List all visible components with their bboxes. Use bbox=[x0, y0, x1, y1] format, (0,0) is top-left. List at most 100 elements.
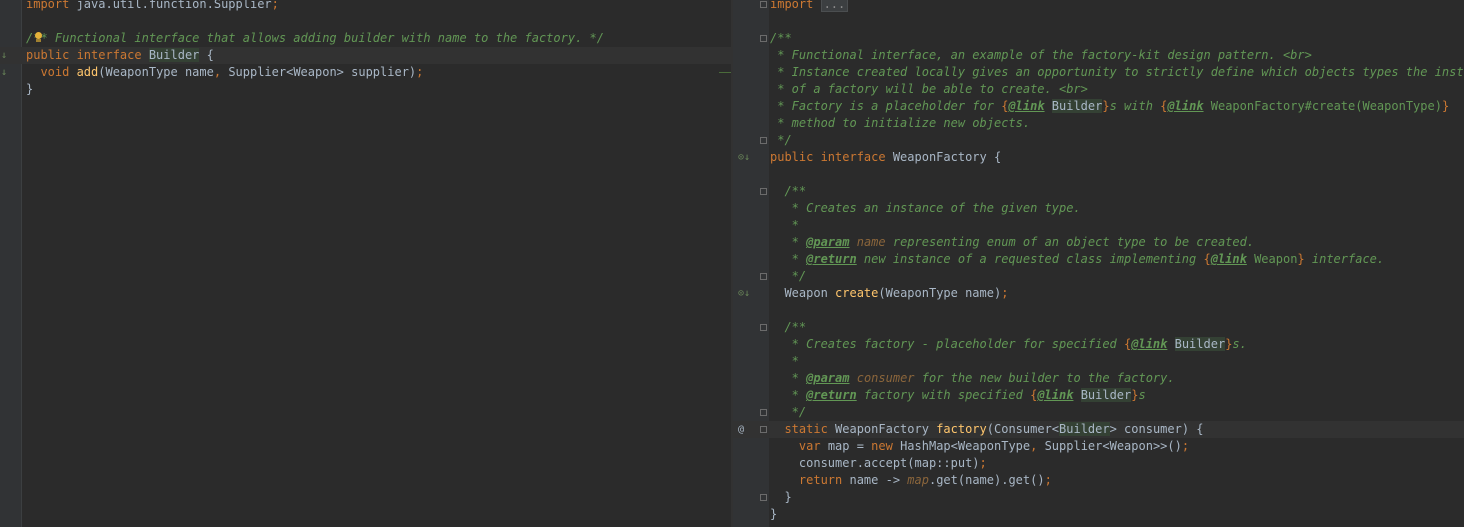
code-token: , bbox=[1030, 439, 1045, 453]
right-code-area[interactable]: import ... /** * Functional interface, an… bbox=[733, 0, 1464, 523]
code-text: import ... bbox=[770, 0, 849, 13]
code-token: /** bbox=[784, 184, 807, 198]
code-line[interactable]: /** bbox=[733, 30, 1464, 47]
code-line[interactable]: import java.util.function.Supplier; bbox=[0, 0, 731, 13]
code-text: } bbox=[770, 506, 777, 523]
code-text: /** bbox=[770, 30, 792, 47]
code-line[interactable]: public interface Builder {↓ bbox=[0, 47, 731, 64]
code-line[interactable] bbox=[733, 13, 1464, 30]
right-editor-pane[interactable]: import ... /** * Functional interface, an… bbox=[733, 0, 1464, 527]
code-line[interactable]: return name -> map.get(name).get(); bbox=[733, 472, 1464, 489]
implementation-gutter-icon[interactable]: ↓ bbox=[1, 64, 7, 81]
fold-toggle-icon[interactable] bbox=[760, 1, 767, 8]
code-line[interactable]: * @param consumer for the new builder to… bbox=[733, 370, 1464, 387]
code-line[interactable]: Weapon create(WeaponType name); ⊙↓ bbox=[733, 285, 1464, 302]
fold-toggle-icon[interactable] bbox=[760, 494, 767, 501]
implementation-gutter-icon[interactable]: ↓ bbox=[1, 47, 7, 64]
code-line[interactable]: * bbox=[733, 217, 1464, 234]
code-token: import bbox=[770, 0, 821, 11]
code-token: WeaponFactory#create(WeaponType) bbox=[1203, 99, 1442, 113]
code-text: */ bbox=[770, 132, 791, 149]
code-text: static WeaponFactory factory(Consumer<Bu… bbox=[770, 421, 1204, 438]
fold-toggle-icon[interactable] bbox=[760, 35, 767, 42]
code-token: name bbox=[856, 235, 886, 249]
code-text: * Factory is a placeholder for {@link Bu… bbox=[770, 98, 1449, 115]
code-line[interactable]: */ bbox=[733, 268, 1464, 285]
fold-toggle-icon[interactable] bbox=[760, 137, 767, 144]
code-line[interactable]: * Creates factory - placeholder for spec… bbox=[733, 336, 1464, 353]
code-token: ... bbox=[820, 0, 849, 12]
code-line[interactable]: import ... bbox=[733, 0, 1464, 13]
fold-toggle-icon[interactable] bbox=[760, 273, 767, 280]
code-line[interactable] bbox=[0, 13, 731, 30]
code-token: @link bbox=[1210, 252, 1247, 266]
code-line[interactable]: consumer.accept(map::put); bbox=[733, 455, 1464, 472]
code-token: ; bbox=[979, 456, 987, 470]
code-token: @link bbox=[1008, 99, 1045, 113]
code-token: > consumer) { bbox=[1109, 422, 1204, 436]
code-line[interactable] bbox=[733, 302, 1464, 319]
code-line[interactable]: } bbox=[733, 489, 1464, 506]
code-line[interactable]: */ bbox=[733, 404, 1464, 421]
code-line[interactable]: * method to initialize new objects. bbox=[733, 115, 1464, 132]
implementation-gutter-icon[interactable]: ⊙↓ bbox=[738, 285, 750, 302]
fold-toggle-icon[interactable] bbox=[760, 409, 767, 416]
code-line[interactable]: * of a factory will be able to create. <… bbox=[733, 81, 1464, 98]
code-line[interactable] bbox=[733, 166, 1464, 183]
code-token: , bbox=[213, 65, 229, 79]
code-text: * @return new instance of a requested cl… bbox=[770, 251, 1384, 268]
code-line[interactable]: * @param name representing enum of an ob… bbox=[733, 234, 1464, 251]
code-token: @param bbox=[806, 371, 850, 385]
lightbulb-icon[interactable] bbox=[34, 32, 43, 43]
code-line[interactable]: * Instance created locally gives an oppo… bbox=[733, 64, 1464, 81]
code-text: /** bbox=[770, 319, 806, 336]
code-text: * @return factory with specified {@link … bbox=[770, 387, 1146, 404]
code-token: add bbox=[76, 65, 99, 79]
code-line[interactable]: * @return new instance of a requested cl… bbox=[733, 251, 1464, 268]
code-token: */ bbox=[770, 269, 807, 283]
code-text: * @param consumer for the new builder to… bbox=[770, 370, 1175, 387]
code-line[interactable]: void add(WeaponType name, Supplier<Weapo… bbox=[0, 64, 731, 81]
code-text: consumer.accept(map::put); bbox=[770, 455, 987, 472]
code-token: * bbox=[770, 388, 807, 402]
code-line[interactable]: /** bbox=[733, 319, 1464, 336]
code-line[interactable]: * bbox=[733, 353, 1464, 370]
code-token: Builder bbox=[1080, 388, 1132, 402]
left-code-area[interactable]: import java.util.function.Supplier; /** F… bbox=[0, 0, 731, 98]
code-line[interactable]: * Factory is a placeholder for {@link Bu… bbox=[733, 98, 1464, 115]
code-token: Builder bbox=[1174, 337, 1226, 351]
implementation-gutter-icon[interactable]: ⊙↓ bbox=[738, 149, 750, 166]
code-token: * Instance created locally gives an oppo… bbox=[770, 65, 1464, 79]
code-line[interactable]: var map = new HashMap<WeaponType, Suppli… bbox=[733, 438, 1464, 455]
code-token: interface. bbox=[1304, 252, 1385, 266]
code-text: * @param name representing enum of an ob… bbox=[770, 234, 1254, 251]
code-token: Builder bbox=[1051, 99, 1103, 113]
code-line[interactable]: * @return factory with specified {@link … bbox=[733, 387, 1464, 404]
code-line[interactable]: * Creates an instance of the given type. bbox=[733, 200, 1464, 217]
code-token: HashMap<WeaponType bbox=[900, 439, 1031, 453]
code-line[interactable]: /** Functional interface that allows add… bbox=[0, 30, 731, 47]
code-token: } bbox=[770, 507, 778, 521]
code-token: @param bbox=[806, 235, 850, 249]
code-line[interactable]: /** bbox=[733, 183, 1464, 200]
code-text: var map = new HashMap<WeaponType, Suppli… bbox=[770, 438, 1189, 455]
annotation-gutter-icon[interactable]: @ bbox=[738, 421, 744, 438]
code-line[interactable]: } bbox=[0, 81, 731, 98]
code-line[interactable]: static WeaponFactory factory(Consumer<Bu… bbox=[733, 421, 1464, 438]
code-token: * bbox=[770, 218, 799, 232]
fold-toggle-icon[interactable] bbox=[760, 426, 767, 433]
scrollbar-marker[interactable] bbox=[719, 72, 731, 73]
left-editor-pane[interactable]: import java.util.function.Supplier; /** F… bbox=[0, 0, 731, 527]
code-token: ; bbox=[1181, 439, 1190, 453]
code-line[interactable]: public interface WeaponFactory {⊙↓ bbox=[733, 149, 1464, 166]
code-token: public bbox=[770, 150, 821, 164]
fold-toggle-icon[interactable] bbox=[760, 324, 767, 331]
code-token: public bbox=[26, 48, 77, 62]
fold-toggle-icon[interactable] bbox=[760, 188, 767, 195]
code-line[interactable]: * Functional interface, an example of th… bbox=[733, 47, 1464, 64]
code-line[interactable]: */ bbox=[733, 132, 1464, 149]
code-line[interactable]: } bbox=[733, 506, 1464, 523]
code-token: } bbox=[1131, 388, 1139, 402]
